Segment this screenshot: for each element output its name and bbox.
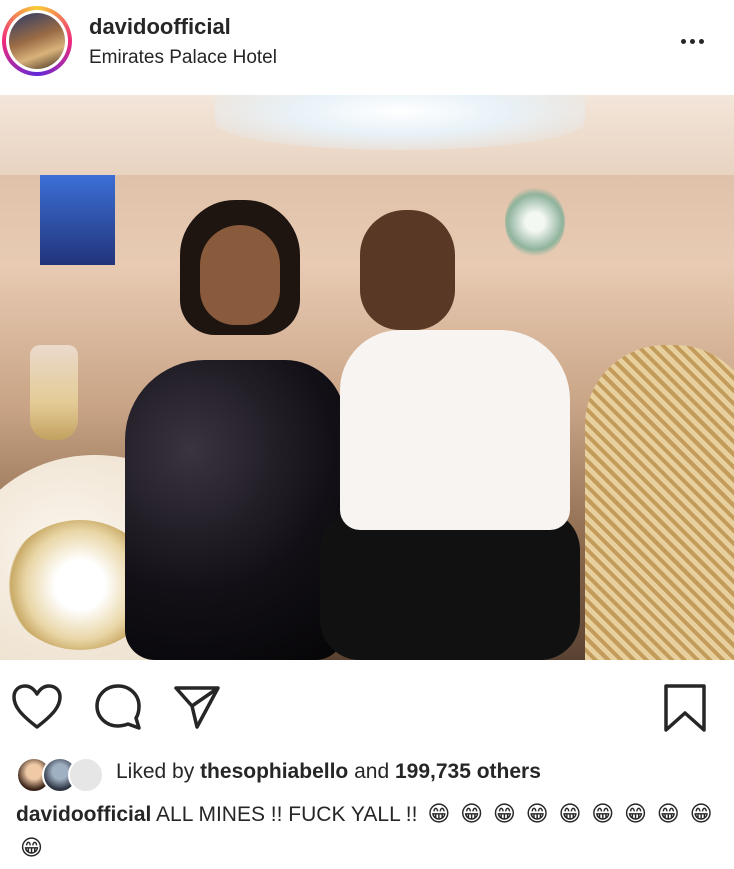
caption-username[interactable]: davidoofficial: [16, 803, 151, 826]
post-location[interactable]: Emirates Palace Hotel: [89, 47, 277, 69]
likes-prefix: Liked by: [116, 760, 195, 783]
share-icon[interactable]: [173, 684, 221, 730]
grin-emoji: 😁: [492, 802, 516, 827]
comment-icon[interactable]: [94, 683, 142, 731]
likes-summary: Liked by thesophiabello and 199,735 othe…: [116, 760, 541, 784]
likes-others-link[interactable]: 199,735 others: [395, 760, 541, 783]
grin-emoji: 😁: [689, 802, 713, 827]
liker-avatars[interactable]: [16, 756, 108, 793]
likes-row: Liked by thesophiabello and 199,735 othe…: [0, 756, 734, 793]
liked-by-user-link[interactable]: thesophiabello: [200, 760, 348, 783]
caption-text: ALL MINES !! FUCK YALL !!: [156, 803, 418, 826]
bookmark-icon[interactable]: [663, 683, 707, 733]
grin-emoji: 😁: [525, 802, 549, 827]
profile-avatar[interactable]: [2, 6, 72, 76]
grin-emoji: 😁: [20, 836, 43, 861]
post-header: davidoofficial Emirates Palace Hotel: [0, 0, 734, 94]
chandelier: [215, 95, 585, 150]
post-username[interactable]: davidoofficial: [89, 14, 231, 40]
grin-emoji: 😁: [558, 802, 582, 827]
grin-emoji: 😁: [427, 802, 451, 827]
grin-emoji: 😁: [624, 802, 647, 827]
grin-emoji: 😁: [460, 802, 484, 827]
liker-avatar: [68, 757, 104, 793]
chair: [585, 345, 734, 660]
post-photo[interactable]: [0, 95, 734, 660]
man-figure: [320, 210, 590, 660]
action-bar: [0, 660, 734, 760]
post-caption: davidoofficial ALL MINES !! FUCK YALL !!…: [16, 798, 716, 866]
more-options-icon[interactable]: [672, 26, 712, 56]
heart-icon[interactable]: [12, 684, 62, 730]
likes-conjunction: and: [354, 760, 390, 783]
avatar-image: [9, 13, 65, 69]
grin-emoji: 😁: [656, 802, 680, 827]
grin-emoji: 😁: [591, 802, 615, 827]
champagne-glass: [30, 345, 78, 440]
